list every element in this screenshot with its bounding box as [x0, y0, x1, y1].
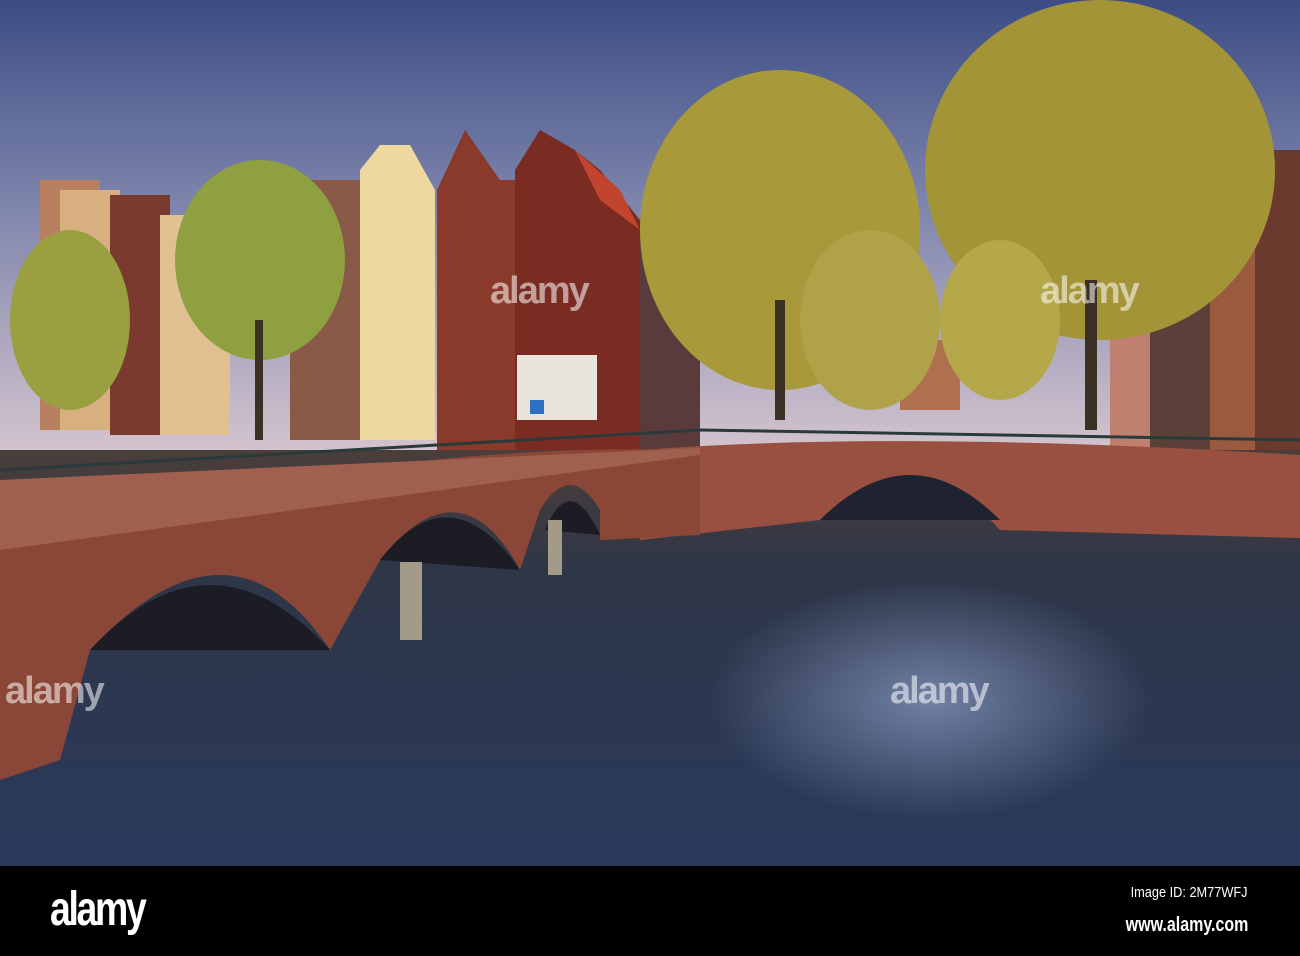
watermark-text: alamy	[1040, 270, 1140, 312]
site-url: www.alamy.com	[1125, 914, 1248, 936]
alamy-logo: alamy	[50, 883, 147, 936]
watermark-text: alamy	[5, 670, 105, 712]
watermark-text: alamy	[490, 270, 590, 312]
stock-photo: alamy alamy alamy alamy alamy Image ID: …	[0, 0, 1300, 956]
image-id: Image ID: 2M77WFJ	[1131, 884, 1248, 901]
watermark-text: alamy	[890, 670, 990, 712]
footer-bar: alamy Image ID: 2M77WFJ www.alamy.com	[0, 866, 1300, 956]
canal-photo	[0, 0, 1300, 866]
